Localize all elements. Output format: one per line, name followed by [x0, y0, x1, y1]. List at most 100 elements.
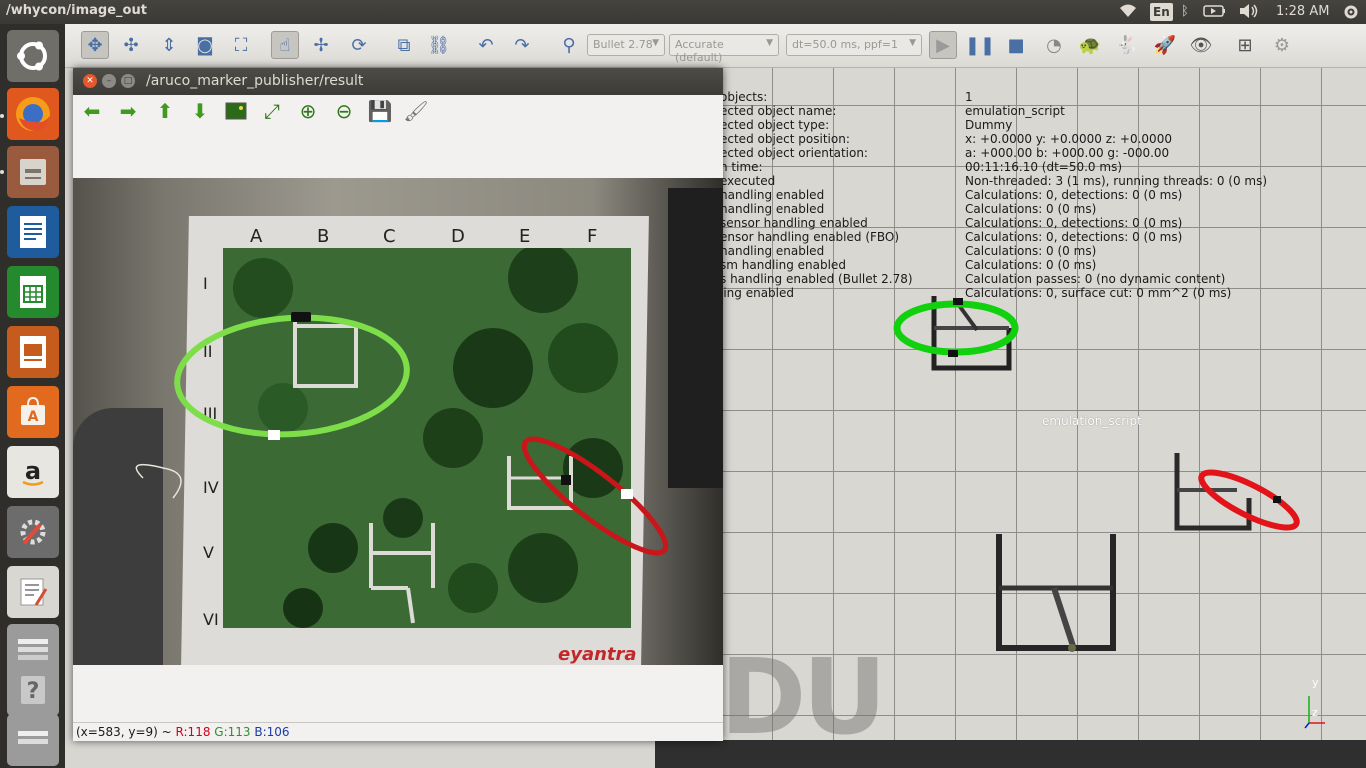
- svg-text:A: A: [28, 409, 39, 425]
- svg-text:a: a: [25, 457, 41, 485]
- text-editor-icon[interactable]: [7, 566, 59, 618]
- info-row-value: 1: [965, 90, 973, 104]
- spreadsheet-icon[interactable]: [7, 266, 59, 318]
- assemble-icon[interactable]: ⧉: [390, 31, 418, 59]
- volume-icon[interactable]: [1238, 3, 1260, 21]
- info-row-label: executed: [720, 174, 776, 188]
- bluetooth-icon[interactable]: ᛒ: [1181, 3, 1189, 21]
- zoom-out-icon[interactable]: ⊖: [331, 98, 357, 124]
- physics-engine-select[interactable]: Bullet 2.78 ▼: [587, 34, 665, 56]
- running-indicator: [0, 170, 4, 174]
- visualization-toggle-icon[interactable]: 👁: [1187, 31, 1215, 59]
- stop-icon[interactable]: ■: [1002, 31, 1030, 59]
- wifi-icon[interactable]: [1118, 3, 1138, 21]
- info-row-value: emulation_script: [965, 104, 1065, 118]
- camera-angle-icon[interactable]: ◙: [191, 31, 219, 59]
- info-row-label: handling enabled: [720, 202, 825, 216]
- object-rotate-icon[interactable]: ⟳: [345, 31, 373, 59]
- object-shift-icon[interactable]: ✢: [307, 31, 335, 59]
- firefox-icon[interactable]: [7, 88, 59, 140]
- info-row-value: Calculations: 0 (0 ms): [965, 244, 1097, 258]
- pause-icon[interactable]: ❚❚: [965, 31, 995, 59]
- image-view-titlebar[interactable]: ✕ – □ /aruco_marker_publisher/result: [73, 68, 723, 95]
- camera-pan-icon[interactable]: ✥: [81, 31, 109, 59]
- zoom-fit-icon[interactable]: ⤢: [259, 98, 285, 124]
- play-icon[interactable]: ▶: [929, 31, 957, 59]
- info-row-label: sensor handling enabled: [720, 216, 868, 230]
- battery-icon[interactable]: [1203, 3, 1227, 21]
- speed-up-icon[interactable]: 🐇: [1113, 31, 1141, 59]
- camera-rotate-icon[interactable]: ✣: [117, 31, 145, 59]
- redo-icon[interactable]: ↷: [508, 31, 536, 59]
- info-row-label: handling enabled: [720, 188, 825, 202]
- transfer-dna-icon[interactable]: ⛓: [425, 31, 453, 59]
- pixel-red-value: R:118: [175, 725, 211, 739]
- arrow-left-icon[interactable]: ⬅: [79, 98, 105, 124]
- maximize-icon[interactable]: □: [121, 74, 135, 88]
- info-row-value: a: +000.00 b: +000.00 g: -000.00: [965, 146, 1170, 160]
- model-browser-icon[interactable]: ⚙: [1268, 31, 1296, 59]
- file-cabinet-icon[interactable]: [7, 146, 59, 198]
- undo-icon[interactable]: ↶: [472, 31, 500, 59]
- info-row-label: handling enabled: [720, 244, 825, 258]
- workspace-switcher-icon[interactable]: [7, 714, 59, 766]
- info-row-value: x: +0.0000 y: +0.0000 z: +0.0000: [965, 132, 1172, 146]
- info-row-label: n time:: [720, 160, 763, 174]
- chevron-down-icon: ▼: [652, 38, 659, 48]
- keyboard-layout-indicator[interactable]: En: [1150, 3, 1173, 21]
- timestep-value: dt=50.0 ms, ppf=1: [792, 38, 898, 51]
- frame-green: [893, 296, 1019, 371]
- dynamics-toggle-icon[interactable]: ⚲: [555, 31, 583, 59]
- info-row-label: sm handling enabled: [720, 258, 846, 272]
- document-icon[interactable]: [7, 206, 59, 258]
- vrep-watermark: DU: [720, 636, 887, 758]
- scene-hierarchy-icon[interactable]: ⊞: [1231, 31, 1259, 59]
- timestep-select[interactable]: dt=50.0 ms, ppf=1 ▼: [786, 34, 922, 56]
- image-view-window: ✕ – □ /aruco_marker_publisher/result ⬅ ➡…: [73, 68, 723, 741]
- info-row-value: Dummy: [965, 118, 1013, 132]
- clear-brush-icon[interactable]: 🖌: [403, 98, 429, 124]
- camera-shift-icon[interactable]: ⇕: [155, 31, 183, 59]
- frame-red: [1174, 453, 1300, 531]
- pixel-coords: (x=583, y=9) ~: [76, 725, 172, 739]
- image-view-toolbar: ⬅ ➡ ⬆ ⬇ ⤢ ⊕ ⊖ 💾 🖌: [73, 95, 723, 127]
- wrench-gear-icon[interactable]: [7, 506, 59, 558]
- arrow-down-icon[interactable]: ⬇: [187, 98, 213, 124]
- active-window-title: /whycon/image_out: [6, 3, 147, 18]
- accuracy-value: Accurate (default): [675, 38, 724, 64]
- help-icon[interactable]: ?: [7, 664, 59, 716]
- image-view-title: /aruco_marker_publisher/result: [146, 73, 364, 89]
- image-icon[interactable]: [223, 98, 249, 124]
- zoom-in-icon[interactable]: ⊕: [295, 98, 321, 124]
- slow-down-icon[interactable]: 🐢: [1076, 31, 1104, 59]
- minimize-icon[interactable]: –: [102, 74, 116, 88]
- pixel-green-value: G:113: [214, 725, 251, 739]
- camera-image[interactable]: ABCDEF I II III IV V VI eyantra: [73, 178, 723, 665]
- info-row-label: ensor handling enabled (FBO): [720, 230, 900, 244]
- info-row-value: Calculations: 0, surface cut: 0 mm^2 (0 …: [965, 286, 1232, 300]
- ubuntu-logo-icon[interactable]: [7, 30, 59, 82]
- axis-z-label: z: [1312, 706, 1318, 719]
- info-row-value: Calculation passes: 0 (no dynamic conten…: [965, 272, 1226, 286]
- amazon-icon[interactable]: a: [7, 446, 59, 498]
- presentation-icon[interactable]: [7, 326, 59, 378]
- fit-to-view-icon[interactable]: ⛶: [227, 31, 255, 59]
- close-icon[interactable]: ✕: [83, 74, 97, 88]
- pixel-blue-value: B:106: [254, 725, 290, 739]
- svg-text:?: ?: [27, 679, 40, 704]
- save-icon[interactable]: 💾: [367, 98, 393, 124]
- info-row-label: ling enabled: [720, 286, 794, 300]
- arrow-right-icon[interactable]: ➡: [115, 98, 141, 124]
- accuracy-select[interactable]: Accurate (default) ▼: [669, 34, 779, 64]
- shopping-bag-icon[interactable]: A: [7, 386, 59, 438]
- real-time-icon[interactable]: ◔: [1040, 31, 1068, 59]
- info-row-label: ected object orientation:: [720, 146, 868, 160]
- thread-rendering-icon[interactable]: 🚀: [1151, 31, 1179, 59]
- clock[interactable]: 1:28 AM: [1276, 3, 1329, 21]
- click-selection-icon[interactable]: ☝: [271, 31, 299, 59]
- info-row-label: ected object name:: [720, 104, 837, 118]
- chevron-down-icon: ▼: [909, 38, 916, 48]
- system-menu-gear-icon[interactable]: [1342, 3, 1360, 21]
- info-row-label: s handling enabled (Bullet 2.78): [720, 272, 913, 286]
- arrow-up-icon[interactable]: ⬆: [152, 98, 178, 124]
